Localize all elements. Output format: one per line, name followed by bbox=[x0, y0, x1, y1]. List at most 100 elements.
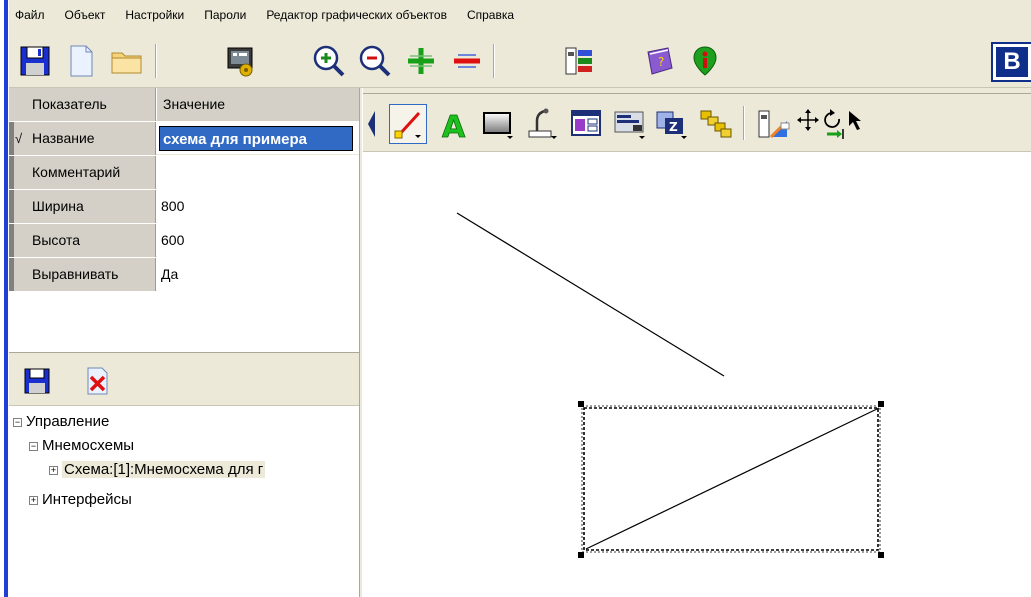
main-toolbar: ? B bbox=[9, 36, 1031, 88]
open-folder-icon bbox=[111, 52, 142, 74]
menu-passwords[interactable]: Пароли bbox=[194, 8, 256, 22]
valve-tool-icon bbox=[528, 108, 557, 139]
collapse-icon[interactable]: − bbox=[13, 417, 22, 427]
pointer-icon bbox=[849, 111, 861, 130]
properties-tool-icon bbox=[758, 110, 790, 139]
toolbar-collapse-handle[interactable] bbox=[365, 104, 379, 144]
chevron-left-icon bbox=[368, 111, 375, 137]
property-label: Название bbox=[9, 122, 156, 155]
object-tree: − Управление − Мнемосхемы + Схема:[1]:Мнемо… bbox=[9, 406, 359, 597]
tree-node-interfaces[interactable]: + Интерфейсы bbox=[29, 490, 132, 510]
add-row-button[interactable] bbox=[399, 40, 443, 82]
new-document-icon bbox=[70, 45, 93, 77]
zoom-out-button[interactable] bbox=[353, 40, 397, 82]
zoom-in-icon bbox=[313, 45, 345, 77]
menu-settings[interactable]: Настройки bbox=[115, 8, 194, 22]
svg-text:Z: Z bbox=[669, 120, 678, 134]
move-tool-button[interactable] bbox=[795, 104, 821, 144]
menu-help[interactable]: Справка bbox=[457, 8, 524, 22]
tree-node-scheme[interactable]: + Схема:[1]:Мнемосхема для г bbox=[49, 460, 266, 480]
tree-node-label: Схема:[1]:Мнемосхема для г bbox=[62, 461, 266, 478]
property-value[interactable]: 800 bbox=[157, 190, 359, 223]
rectangle-tool-icon bbox=[483, 112, 513, 139]
text-tool-icon: A bbox=[442, 110, 467, 141]
menu-graphic-editor[interactable]: Редактор графических объектов bbox=[256, 8, 457, 22]
svg-text:?: ? bbox=[658, 55, 664, 69]
rectangle-tool-button[interactable] bbox=[479, 104, 517, 144]
line-tool-icon bbox=[394, 111, 421, 139]
delete-document-icon bbox=[87, 367, 108, 395]
tree-node-label: Мнемосхемы bbox=[42, 437, 135, 454]
tree-delete-button[interactable] bbox=[75, 360, 119, 402]
column-header-parameter: Показатель bbox=[9, 88, 156, 121]
property-row-name[interactable]: Название √ схема для примера bbox=[9, 122, 359, 155]
tree-node-mnemoschemes[interactable]: − Мнемосхемы bbox=[29, 436, 134, 456]
diagonal-line-shape[interactable] bbox=[456, 212, 725, 377]
toolbar-separator bbox=[155, 44, 157, 78]
property-name-input[interactable]: схема для примера bbox=[159, 126, 353, 151]
menu-object[interactable]: Объект bbox=[55, 8, 116, 22]
resize-handle[interactable] bbox=[878, 552, 884, 558]
pointer-tool-button[interactable] bbox=[845, 104, 867, 144]
layers-tool-icon: Z bbox=[656, 111, 687, 139]
panel-tool-icon bbox=[614, 111, 645, 139]
move-icon bbox=[797, 109, 819, 131]
remove-row-button[interactable] bbox=[445, 40, 489, 82]
property-row-comment[interactable]: Комментарий bbox=[9, 156, 359, 189]
rotate-icon bbox=[824, 109, 844, 139]
property-row-height[interactable]: Высота 600 bbox=[9, 224, 359, 257]
tree-node-management[interactable]: − Управление bbox=[13, 412, 109, 432]
layers-tool-button[interactable]: Z bbox=[653, 104, 691, 144]
tree-node-label: Интерфейсы bbox=[42, 491, 132, 508]
settings-screen-button[interactable] bbox=[219, 40, 263, 82]
menu-bar: Файл Объект Настройки Пароли Редактор гр… bbox=[9, 0, 1031, 36]
zoom-out-icon bbox=[359, 45, 391, 77]
save-button[interactable] bbox=[13, 40, 57, 82]
window-tool-icon bbox=[571, 110, 601, 136]
line-tool-button[interactable] bbox=[389, 104, 427, 144]
property-value[interactable] bbox=[157, 156, 359, 189]
group-tool-button[interactable] bbox=[697, 104, 735, 144]
tree-toolbar bbox=[9, 358, 359, 406]
expand-icon[interactable]: + bbox=[29, 495, 38, 505]
book-icon: ? bbox=[647, 47, 673, 75]
zoom-in-button[interactable] bbox=[307, 40, 351, 82]
save-icon bbox=[20, 46, 50, 76]
tools-icon bbox=[565, 47, 592, 75]
object-properties-button[interactable] bbox=[755, 104, 793, 144]
current-row-check-icon: √ bbox=[15, 131, 23, 146]
drawing-canvas[interactable] bbox=[363, 152, 1031, 597]
property-row-align[interactable]: Выравнивать Да bbox=[9, 258, 359, 291]
resize-handle[interactable] bbox=[578, 401, 584, 407]
rotate-tool-button[interactable] bbox=[821, 104, 845, 144]
property-label: Высота bbox=[9, 224, 156, 257]
toolbar-separator bbox=[743, 106, 745, 140]
resize-handle[interactable] bbox=[878, 401, 884, 407]
brand-logo: B bbox=[991, 42, 1031, 82]
info-button[interactable] bbox=[683, 40, 727, 82]
property-label: Комментарий bbox=[9, 156, 156, 189]
expand-icon[interactable]: + bbox=[49, 465, 58, 475]
open-folder-button[interactable] bbox=[105, 40, 149, 82]
new-document-button[interactable] bbox=[59, 40, 103, 82]
menu-file[interactable]: Файл bbox=[9, 8, 55, 22]
text-tool-button[interactable]: A bbox=[435, 104, 473, 144]
settings-screen-icon bbox=[227, 47, 253, 77]
tree-save-button[interactable] bbox=[15, 360, 59, 402]
panel-tool-button[interactable] bbox=[611, 104, 649, 144]
valve-tool-button[interactable] bbox=[523, 104, 561, 144]
resize-handle[interactable] bbox=[578, 552, 584, 558]
window-tool-button[interactable] bbox=[567, 104, 605, 144]
property-row-width[interactable]: Ширина 800 bbox=[9, 190, 359, 223]
canvas-drawing bbox=[456, 212, 884, 558]
tree-node-label: Управление bbox=[26, 413, 110, 430]
property-value[interactable]: Да bbox=[157, 258, 359, 291]
property-label: Ширина bbox=[9, 190, 156, 223]
rectangle-diagonal-line[interactable] bbox=[585, 407, 880, 550]
info-icon bbox=[693, 46, 717, 76]
window-left-border bbox=[0, 0, 9, 597]
help-book-button[interactable]: ? bbox=[637, 40, 681, 82]
property-value[interactable]: 600 bbox=[157, 224, 359, 257]
tools-button[interactable] bbox=[557, 40, 601, 82]
collapse-icon[interactable]: − bbox=[29, 441, 38, 451]
